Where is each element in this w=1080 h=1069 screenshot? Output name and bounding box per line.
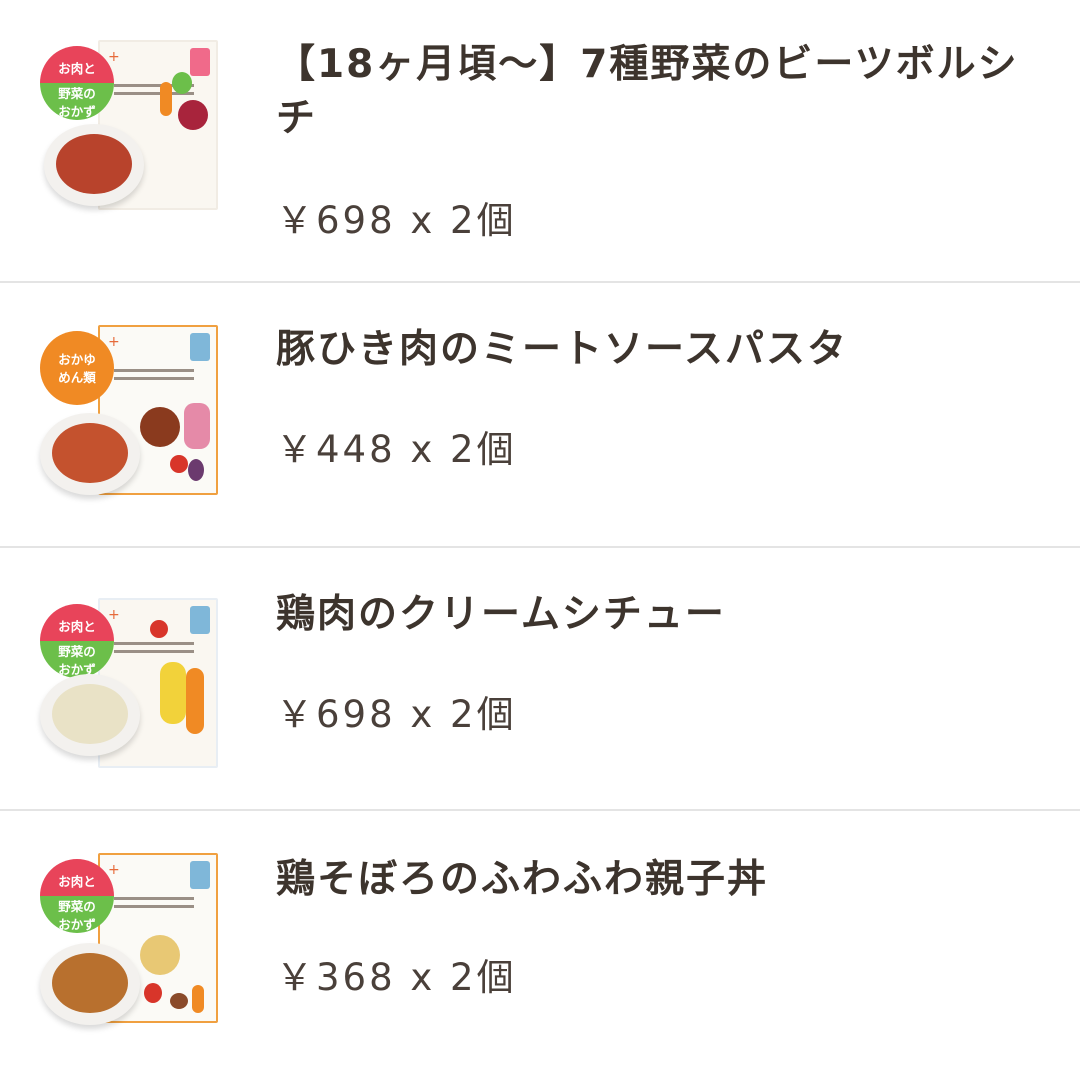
list-item[interactable]: + お肉と 野菜のおかず 鶏肉のクリームシチュー ￥698 x 2個 bbox=[0, 548, 1080, 811]
product-image: + おかゆ めん類 bbox=[38, 325, 218, 505]
list-item[interactable]: + おかゆ めん類 豚ひき肉のミートソースパスタ ￥448 x 2個 bbox=[0, 283, 1080, 548]
product-title[interactable]: 【18ヶ月頃〜】7種野菜のビーツボルシチ bbox=[276, 38, 1030, 146]
price-quantity: ￥448 x 2個 bbox=[276, 428, 517, 471]
product-image: + お肉と 野菜のおかず bbox=[38, 598, 218, 778]
price-quantity: ￥698 x 2個 bbox=[276, 693, 517, 736]
food-bowl-image bbox=[44, 124, 144, 206]
product-image: + お肉と 野菜のおかず bbox=[38, 853, 218, 1033]
product-image: + お肉と 野菜のおかず bbox=[38, 40, 218, 220]
food-bowl-image bbox=[40, 413, 140, 495]
list-item[interactable]: + お肉と 野菜のおかず 【18ヶ月頃〜】7種野菜のビーツボルシチ ￥698 x… bbox=[0, 0, 1080, 283]
category-badge: お肉と 野菜の おかず bbox=[40, 604, 114, 678]
category-badge: お肉と 野菜の おかず bbox=[40, 46, 114, 120]
product-title[interactable]: 鶏肉のクリームシチュー bbox=[276, 588, 1030, 642]
food-bowl-image bbox=[40, 674, 140, 756]
list-item[interactable]: + お肉と 野菜のおかず 鶏そぼろのふわふわ親子丼 ￥368 x 2個 bbox=[0, 811, 1080, 1069]
price-quantity: ￥698 x 2個 bbox=[276, 199, 517, 242]
order-item-list: + お肉と 野菜のおかず 【18ヶ月頃〜】7種野菜のビーツボルシチ ￥698 x… bbox=[0, 0, 1080, 1069]
price-quantity: ￥368 x 2個 bbox=[276, 956, 517, 999]
food-bowl-image bbox=[40, 943, 140, 1025]
category-badge: おかゆ めん類 bbox=[40, 331, 114, 405]
product-title[interactable]: 豚ひき肉のミートソースパスタ bbox=[276, 323, 1030, 377]
category-badge: お肉と 野菜の おかず bbox=[40, 859, 114, 933]
product-title[interactable]: 鶏そぼろのふわふわ親子丼 bbox=[276, 853, 1030, 907]
